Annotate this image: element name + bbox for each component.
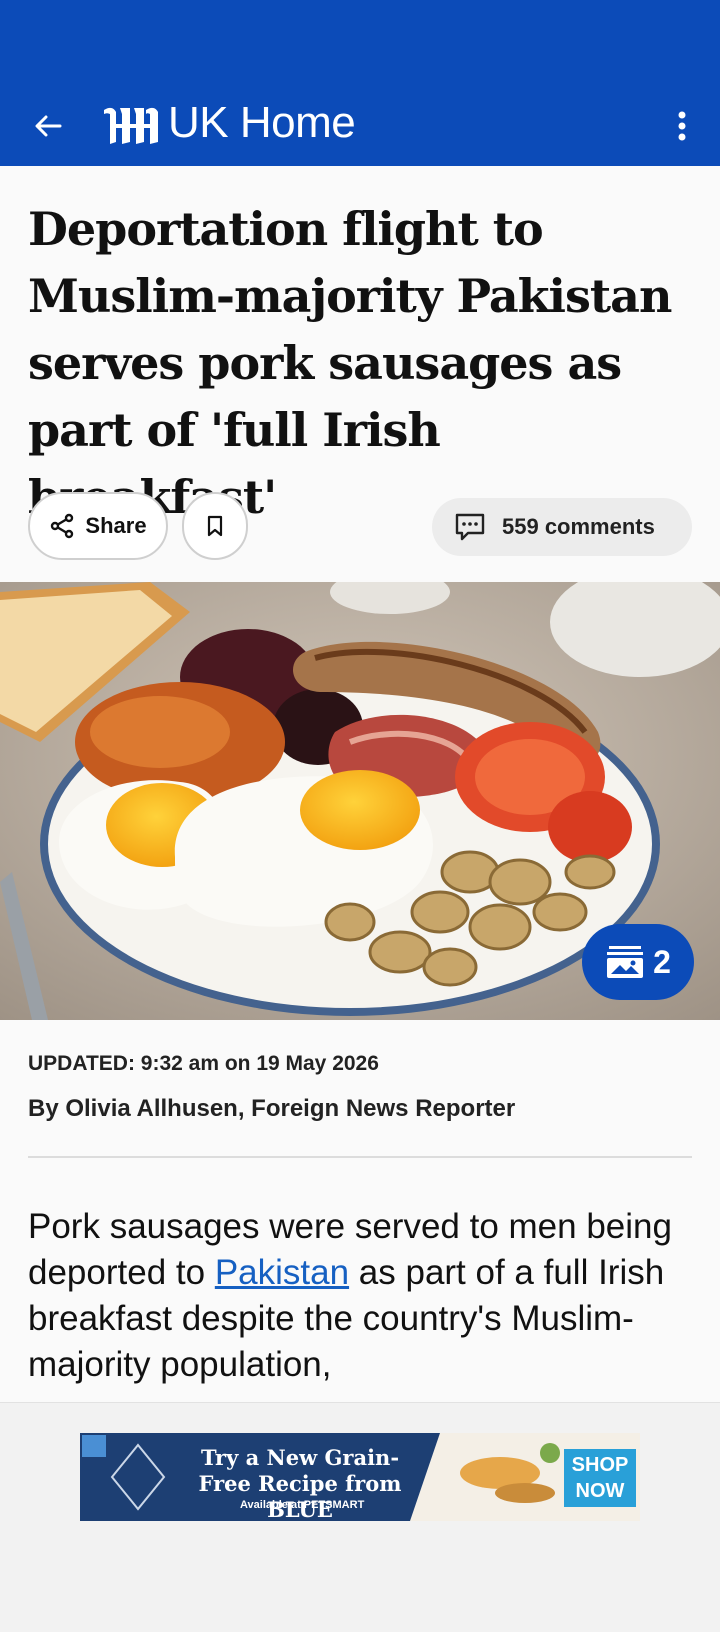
pakistan-link[interactable]: Pakistan [215,1253,349,1292]
gallery-button[interactable]: 2 [582,924,694,1000]
app-title: UK Home [168,98,356,147]
bookmark-icon [207,515,223,537]
bookmark-button[interactable] [182,492,248,560]
share-label: Share [85,513,147,538]
byline: By Olivia Allhusen, Foreign News Reporte… [28,1095,516,1122]
comments-count: 559 comments [502,514,655,539]
comment-icon [455,513,485,541]
share-icon [51,513,74,539]
ad-shop-now-button[interactable]: SHOP NOW [564,1449,636,1507]
dm-logo-icon [104,107,158,144]
more-vertical-icon[interactable] [672,106,692,146]
adchoices-icon[interactable] [82,1435,106,1457]
ad-banner[interactable]: Try a New Grain-Free Recipe from BLUE Av… [80,1433,640,1521]
status-bar [0,0,720,84]
ad-container: Try a New Grain-Free Recipe from BLUE Av… [0,1402,720,1632]
gallery-count: 2 [653,943,671,980]
app-bar: UK Home [0,84,720,166]
divider [28,1156,692,1158]
comments-button[interactable]: 559 comments [432,498,692,556]
ad-subtext: Available at PETSMART [240,1499,365,1511]
article-body: Pork sausages were served to men being d… [28,1204,696,1400]
gallery-icon [607,946,644,978]
article-actions: Share 559 comments [28,492,692,560]
updated-timestamp: UPDATED: 9:32 am on 19 May 2026 [28,1052,379,1075]
article-headline: Deportation flight to Muslim-majority Pa… [28,202,672,524]
arrow-left-icon[interactable] [30,108,66,144]
share-button[interactable]: Share [28,492,168,560]
